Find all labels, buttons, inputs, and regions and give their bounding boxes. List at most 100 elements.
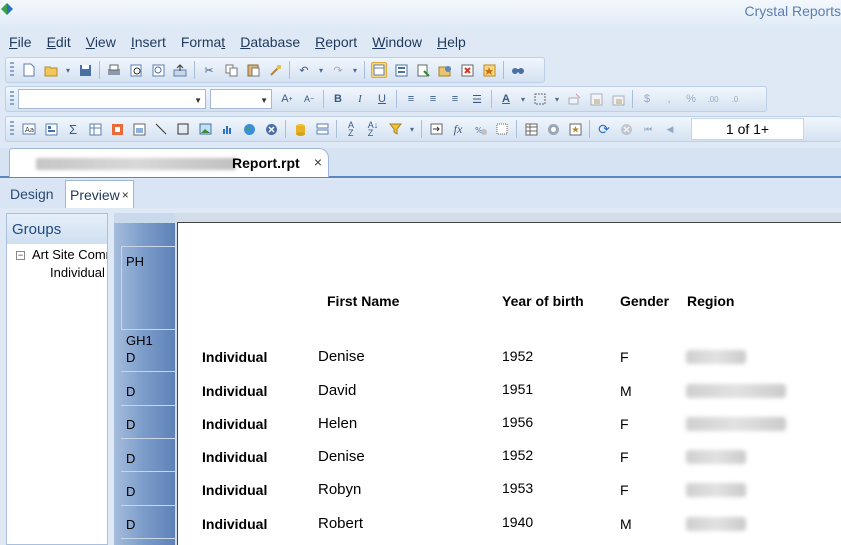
insert-ole-icon[interactable] (109, 121, 125, 137)
dependency-checker-icon[interactable] (415, 62, 431, 78)
export-icon[interactable] (172, 62, 188, 78)
report-options-icon[interactable] (523, 121, 539, 137)
format-painter-icon[interactable] (267, 62, 283, 78)
group-expert-icon[interactable] (314, 121, 330, 137)
sort-descending-icon[interactable]: A↓ Z (365, 121, 381, 138)
redo-icon[interactable]: ↷ (330, 62, 346, 78)
currency-icon[interactable]: $ (639, 91, 655, 107)
menu-window[interactable]: Window (372, 34, 422, 50)
menu-file[interactable]: File (9, 34, 32, 50)
section-label-details[interactable]: D (126, 517, 135, 532)
find-icon[interactable] (510, 62, 526, 78)
tab-design[interactable]: Design (6, 180, 58, 208)
decimal-remove-icon[interactable]: .0 (727, 91, 743, 107)
report-explorer-icon[interactable] (393, 62, 409, 78)
insert-picture-icon[interactable] (197, 121, 213, 137)
sql-expression-icon[interactable]: % (472, 121, 488, 137)
copy-icon[interactable] (223, 62, 239, 78)
select-expert-icon[interactable] (387, 121, 403, 137)
print-preview-icon[interactable] (128, 62, 144, 78)
report-preview-area[interactable]: First Name Year of birth Gender Region I… (175, 213, 841, 545)
collapse-icon[interactable]: − (16, 251, 25, 260)
insert-text-object-icon[interactable]: Aa (21, 121, 37, 137)
cut-icon[interactable]: ✂ (201, 62, 217, 78)
close-icon[interactable]: × (122, 188, 129, 202)
thousands-icon[interactable]: , (661, 91, 677, 107)
lock-format-icon[interactable] (588, 91, 604, 107)
suppress-icon[interactable] (566, 91, 582, 107)
save-icon[interactable] (77, 62, 93, 78)
section-expert-icon[interactable] (428, 121, 444, 137)
first-page-icon[interactable]: ⏮ (640, 121, 656, 137)
undo-dropdown-icon[interactable]: ▾ (316, 62, 326, 78)
percent-icon[interactable]: % (683, 91, 699, 107)
new-icon[interactable] (21, 62, 37, 78)
menu-help[interactable]: Help (437, 34, 466, 50)
template-expert-icon[interactable] (481, 62, 497, 78)
toolbar-grip[interactable] (10, 91, 14, 107)
insert-chart-icon[interactable] (219, 121, 235, 137)
insert-map-icon[interactable] (241, 121, 257, 137)
menu-insert[interactable]: Insert (131, 34, 166, 50)
decrease-font-icon[interactable]: A − (301, 91, 317, 107)
workbench-icon[interactable] (459, 62, 475, 78)
previous-page-icon[interactable]: ◀ (662, 121, 678, 137)
redo-dropdown-icon[interactable]: ▾ (350, 62, 360, 78)
stop-icon[interactable] (618, 121, 634, 137)
toggle-field-view-icon[interactable] (371, 62, 387, 78)
align-center-icon[interactable]: ≡ (425, 91, 441, 107)
chevron-down-icon[interactable]: ▼ (194, 96, 202, 105)
template-icon[interactable] (494, 121, 510, 137)
insert-hyperlink-icon[interactable] (263, 121, 279, 137)
open-icon[interactable] (43, 62, 59, 78)
print-icon[interactable] (106, 62, 122, 78)
insert-subreport-icon[interactable] (131, 121, 147, 137)
tab-preview[interactable]: Preview × (65, 180, 134, 208)
increase-font-icon[interactable]: A + (279, 91, 295, 107)
align-left-icon[interactable]: ≡ (403, 91, 419, 107)
section-label-details[interactable]: D (126, 451, 135, 466)
font-size-combo[interactable]: ▼ (210, 89, 272, 109)
menu-view[interactable]: View (86, 34, 116, 50)
border-icon[interactable] (532, 91, 548, 107)
menu-format[interactable]: Format (181, 34, 225, 50)
decimal-add-icon[interactable]: .00 (705, 91, 721, 107)
toolbar-grip[interactable] (10, 62, 14, 78)
font-name-combo[interactable]: ▼ (18, 89, 206, 109)
highlighting-icon[interactable] (567, 121, 583, 137)
font-color-dropdown-icon[interactable]: ▾ (518, 91, 528, 107)
underline-icon[interactable]: U (374, 91, 390, 107)
justify-icon[interactable]: ☰ (469, 91, 485, 107)
tree-item-child[interactable]: Individual (50, 265, 105, 280)
tree-item-root[interactable]: Art Site Comm (32, 247, 107, 262)
paste-icon[interactable] (245, 62, 261, 78)
close-icon[interactable]: × (314, 154, 322, 170)
select-expert-dropdown-icon[interactable]: ▾ (407, 121, 417, 137)
insert-group-icon[interactable] (43, 121, 59, 137)
italic-icon[interactable]: I (352, 91, 368, 107)
section-label-details[interactable]: D (126, 417, 135, 432)
menu-database[interactable]: Database (240, 34, 300, 50)
section-label-details[interactable]: D (126, 384, 135, 399)
toolbar-grip[interactable] (10, 121, 14, 137)
undo-icon[interactable]: ↶ (296, 62, 312, 78)
record-sort-icon[interactable]: AZ (343, 121, 359, 138)
section-label-page-header[interactable]: PH (126, 254, 144, 269)
database-expert-icon[interactable] (292, 121, 308, 137)
chevron-down-icon[interactable]: ▼ (260, 96, 268, 105)
menu-edit[interactable]: Edit (47, 34, 71, 50)
insert-summary-icon[interactable]: Σ (65, 121, 81, 137)
preview-page-icon[interactable] (150, 62, 166, 78)
web-publish-icon[interactable] (545, 121, 561, 137)
bold-icon[interactable]: B (330, 91, 346, 107)
section-label-details[interactable]: D (126, 350, 135, 365)
font-color-icon[interactable]: A (498, 91, 514, 107)
section-label-group-header[interactable]: GH1 (126, 333, 153, 348)
refresh-icon[interactable]: ⟳ (596, 121, 612, 137)
crystal-reports-app-icon[interactable] (0, 2, 14, 16)
lock-size-icon[interactable] (610, 91, 626, 107)
repository-explorer-icon[interactable] (437, 62, 453, 78)
border-dropdown-icon[interactable]: ▾ (552, 91, 562, 107)
align-right-icon[interactable]: ≡ (447, 91, 463, 107)
formula-workshop-icon[interactable]: fx (450, 121, 466, 137)
